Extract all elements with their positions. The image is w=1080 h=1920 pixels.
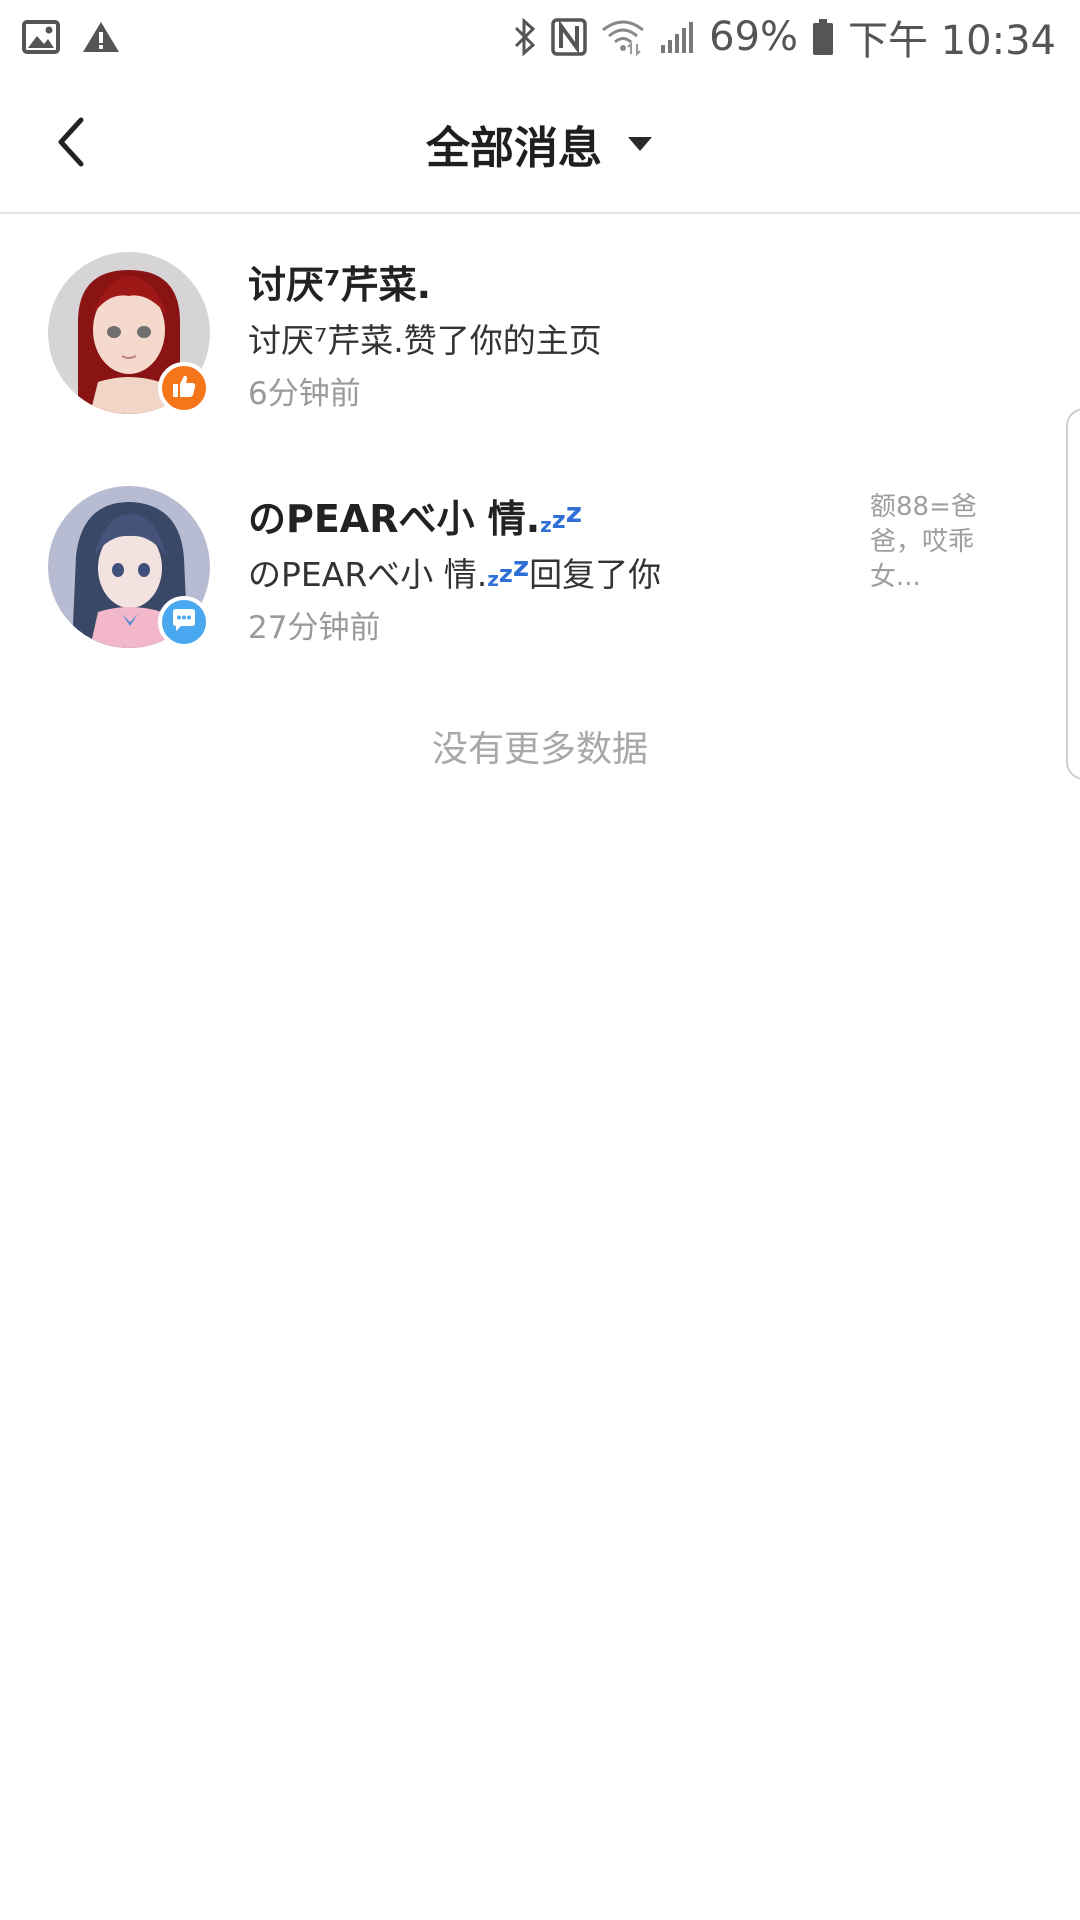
message-action: 回复了你 bbox=[529, 555, 662, 594]
message-time: 27分钟前 bbox=[248, 610, 381, 646]
reply-preview: 额88=爸爸，哎乖女... bbox=[870, 492, 977, 592]
header-bar: 全部消息 bbox=[0, 74, 1080, 214]
zzz-emoji: zzz bbox=[487, 550, 530, 591]
warning-icon bbox=[82, 20, 120, 54]
caret-down-icon bbox=[626, 135, 654, 153]
list-item[interactable]: のPEARべ小 情.zzz のPEARべ小 情.zzz回复了你 27分钟前 额8… bbox=[0, 450, 1080, 684]
chat-bubble-icon bbox=[170, 607, 198, 637]
wifi-icon bbox=[601, 18, 645, 56]
message-list: 讨厌⁷芹菜. 讨厌⁷芹菜.赞了你的主页 6分钟前 のPEARべ小 情.zzz の… bbox=[0, 216, 1080, 684]
bluetooth-icon bbox=[513, 17, 537, 57]
nfc-icon bbox=[551, 18, 587, 56]
sender-name-text: のPEARべ小 情. bbox=[248, 497, 541, 541]
no-more-data: 没有更多数据 bbox=[431, 729, 648, 770]
sender-name: 讨厌⁷芹菜. bbox=[248, 263, 432, 307]
clock: 下午 10:34 bbox=[848, 18, 1056, 64]
title-dropdown[interactable]: 全部消息 bbox=[0, 74, 1080, 214]
message-text: のPEARべ小 情.zzz回复了你 bbox=[248, 548, 661, 596]
signal-icon bbox=[659, 19, 695, 55]
status-right: 69% 下午 10:34 bbox=[499, 8, 1056, 66]
thumbs-up-icon bbox=[171, 373, 197, 403]
status-bar: 69% 下午 10:34 bbox=[0, 0, 1080, 74]
like-badge bbox=[158, 362, 210, 414]
image-icon bbox=[22, 20, 60, 54]
status-left bbox=[22, 20, 142, 54]
page-title: 全部消息 bbox=[426, 123, 602, 174]
edge-panel-handle[interactable] bbox=[1066, 408, 1080, 780]
battery-icon bbox=[812, 18, 834, 56]
list-item[interactable]: 讨厌⁷芹菜. 讨厌⁷芹菜.赞了你的主页 6分钟前 bbox=[0, 216, 1080, 450]
message-sender-ref: のPEARべ小 情. bbox=[248, 555, 488, 594]
sender-name: のPEARべ小 情.zzz bbox=[248, 488, 582, 543]
comment-badge bbox=[158, 596, 210, 648]
message-time: 6分钟前 bbox=[248, 376, 361, 412]
message-text: 讨厌⁷芹菜.赞了你的主页 bbox=[248, 321, 602, 360]
battery-percent: 69% bbox=[709, 14, 798, 60]
zzz-emoji: zzz bbox=[540, 496, 583, 537]
